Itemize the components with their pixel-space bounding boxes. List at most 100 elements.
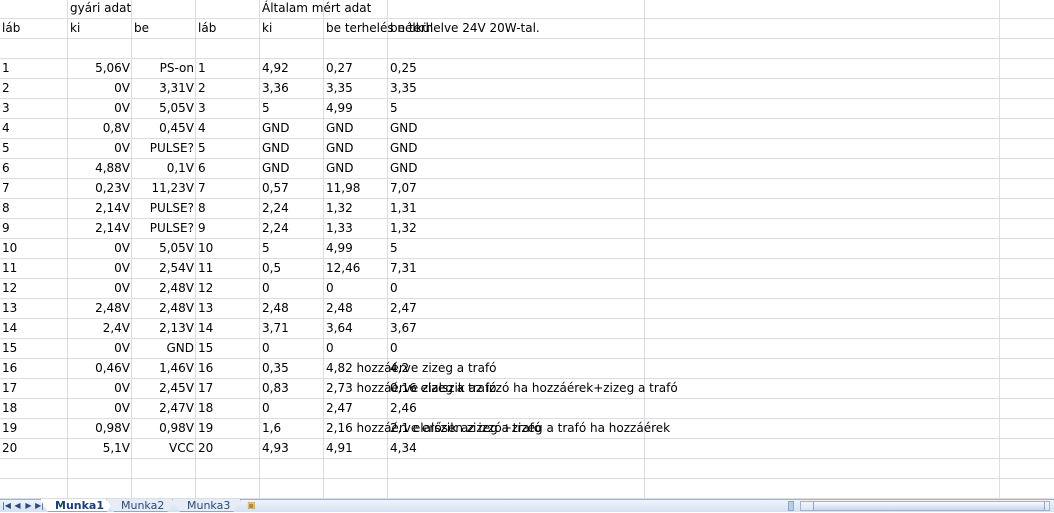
table-cell[interactable]: 9 bbox=[196, 218, 260, 238]
table-cell[interactable]: 2 bbox=[0, 78, 68, 98]
table-cell[interactable]: 4,92 bbox=[260, 58, 324, 78]
table-cell[interactable]: 8 bbox=[196, 198, 260, 218]
table-cell[interactable]: 3 bbox=[0, 98, 68, 118]
table-cell[interactable]: 0,16 elalszik az izzó ha hozzáérek+zizeg… bbox=[388, 378, 678, 398]
table-cell[interactable]: 0V bbox=[68, 138, 132, 158]
table-cell[interactable]: 12,46 bbox=[324, 258, 388, 278]
table-cell[interactable]: 0,46V bbox=[68, 358, 132, 378]
table-cell[interactable]: 1,32 bbox=[324, 198, 388, 218]
table-cell[interactable]: GND bbox=[388, 158, 645, 178]
table-cell[interactable]: 5,06V bbox=[68, 58, 132, 78]
table-cell[interactable]: 4,93 bbox=[260, 438, 324, 458]
scroll-split-handle[interactable] bbox=[788, 501, 794, 511]
table-cell[interactable]: 7,07 bbox=[388, 178, 645, 198]
table-cell[interactable]: 2,24 bbox=[260, 198, 324, 218]
table-cell[interactable]: 3,36 bbox=[260, 78, 324, 98]
spreadsheet-grid[interactable]: gyári adat Általam mért adat láb ki be láb ki b… bbox=[0, 0, 1054, 499]
table-cell[interactable]: 0,25 bbox=[388, 58, 645, 78]
table-cell[interactable]: 11 bbox=[0, 258, 68, 278]
table-cell[interactable]: 0V bbox=[68, 378, 132, 398]
table-cell[interactable]: 2,1 elalszik az izzó+zizeg a trafó ha ho… bbox=[388, 418, 670, 438]
column-header-5[interactable]: ki bbox=[260, 18, 324, 38]
table-cell[interactable]: 20 bbox=[196, 438, 260, 458]
table-cell[interactable]: 0,1V bbox=[132, 158, 196, 178]
table-cell[interactable]: 5,05V bbox=[132, 238, 196, 258]
table-cell[interactable]: 3 bbox=[196, 98, 260, 118]
table-cell[interactable]: PS-on bbox=[132, 58, 196, 78]
table-cell[interactable]: 4,99 bbox=[324, 238, 388, 258]
table-cell[interactable]: 8 bbox=[0, 198, 68, 218]
table-cell[interactable]: 18 bbox=[0, 398, 68, 418]
table-cell[interactable]: PULSE? bbox=[132, 218, 196, 238]
table-cell[interactable]: 0V bbox=[68, 258, 132, 278]
table-cell[interactable]: 4,2 bbox=[388, 358, 645, 378]
table-cell[interactable]: 2,14V bbox=[68, 218, 132, 238]
table-cell[interactable]: 16 bbox=[0, 358, 68, 378]
table-cell[interactable]: GND bbox=[388, 138, 645, 158]
table-cell[interactable]: 2,73 hozzáérve zizeg a trafó bbox=[324, 378, 497, 398]
table-cell[interactable]: 3,35 bbox=[324, 78, 388, 98]
table-cell[interactable]: 4,34 bbox=[388, 438, 645, 458]
table-cell[interactable]: 0 bbox=[388, 338, 645, 358]
table-cell[interactable]: 11,23V bbox=[132, 178, 196, 198]
table-cell[interactable]: 0V bbox=[68, 338, 132, 358]
table-cell[interactable]: 19 bbox=[0, 418, 68, 438]
table-cell[interactable]: 3,71 bbox=[260, 318, 324, 338]
table-cell[interactable]: GND bbox=[260, 118, 324, 138]
table-cell[interactable]: 19 bbox=[196, 418, 260, 438]
table-cell[interactable]: 12 bbox=[0, 278, 68, 298]
table-cell[interactable]: 0V bbox=[68, 278, 132, 298]
horizontal-scroll-thumb[interactable] bbox=[813, 502, 1045, 510]
column-header-4[interactable]: láb bbox=[196, 18, 260, 38]
horizontal-scrollbar[interactable] bbox=[800, 501, 1050, 511]
table-cell[interactable]: 4 bbox=[0, 118, 68, 138]
table-cell[interactable]: PULSE? bbox=[132, 138, 196, 158]
table-cell[interactable]: 1,31 bbox=[388, 198, 645, 218]
table-cell[interactable]: GND bbox=[324, 158, 388, 178]
table-cell[interactable]: PULSE? bbox=[132, 198, 196, 218]
table-cell[interactable]: 3,35 bbox=[388, 78, 645, 98]
table-cell[interactable]: 17 bbox=[0, 378, 68, 398]
table-cell[interactable]: 1,33 bbox=[324, 218, 388, 238]
table-cell[interactable]: 10 bbox=[196, 238, 260, 258]
table-cell[interactable]: 0 bbox=[260, 338, 324, 358]
table-cell[interactable]: 0,57 bbox=[260, 178, 324, 198]
table-cell[interactable]: GND bbox=[132, 338, 196, 358]
table-cell[interactable]: 4,88V bbox=[68, 158, 132, 178]
table-cell[interactable]: 0,27 bbox=[324, 58, 388, 78]
table-cell[interactable]: 2,24 bbox=[260, 218, 324, 238]
table-cell[interactable]: 3,67 bbox=[388, 318, 645, 338]
table-cell[interactable]: 2,14V bbox=[68, 198, 132, 218]
table-cell[interactable]: 0 bbox=[324, 338, 388, 358]
table-cell[interactable]: 0,5 bbox=[260, 258, 324, 278]
table-cell[interactable]: 13 bbox=[196, 298, 260, 318]
table-cell[interactable]: 2,46 bbox=[388, 398, 645, 418]
table-cell[interactable]: 2 bbox=[196, 78, 260, 98]
tab-munka3[interactable]: Munka3 bbox=[172, 499, 241, 512]
table-cell[interactable]: 5 bbox=[260, 238, 324, 258]
table-cell[interactable]: 5 bbox=[260, 98, 324, 118]
table-cell[interactable]: 15 bbox=[196, 338, 260, 358]
table-cell[interactable]: 14 bbox=[0, 318, 68, 338]
table-cell[interactable]: 6 bbox=[196, 158, 260, 178]
table-cell[interactable]: GND bbox=[260, 158, 324, 178]
first-sheet-icon[interactable]: |◀ bbox=[2, 501, 11, 511]
table-cell[interactable]: 0V bbox=[68, 238, 132, 258]
table-cell[interactable]: 1,6 bbox=[260, 418, 324, 438]
table-cell[interactable]: 2,48V bbox=[68, 298, 132, 318]
prev-sheet-icon[interactable]: ◀ bbox=[13, 501, 22, 511]
table-cell[interactable]: 2,13V bbox=[132, 318, 196, 338]
table-cell[interactable]: 0 bbox=[388, 278, 645, 298]
table-cell[interactable]: 15 bbox=[0, 338, 68, 358]
column-header-1[interactable]: láb bbox=[0, 18, 68, 38]
table-cell[interactable]: 9 bbox=[0, 218, 68, 238]
table-cell[interactable]: 6 bbox=[0, 158, 68, 178]
table-cell[interactable]: 0V bbox=[68, 98, 132, 118]
table-cell[interactable]: 5,1V bbox=[68, 438, 132, 458]
table-cell[interactable]: GND bbox=[324, 138, 388, 158]
table-cell[interactable]: 13 bbox=[0, 298, 68, 318]
table-cell[interactable]: 0 bbox=[260, 398, 324, 418]
table-cell[interactable]: 0,35 bbox=[260, 358, 324, 378]
table-cell[interactable]: 0V bbox=[68, 398, 132, 418]
table-cell[interactable]: 2,48V bbox=[132, 278, 196, 298]
